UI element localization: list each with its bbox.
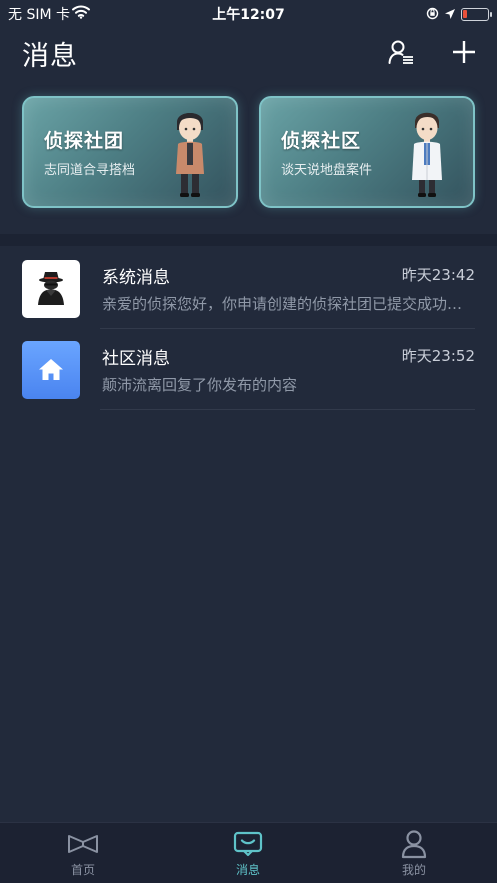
tab-messages[interactable]: 消息 [208,829,288,881]
tab-label: 我的 [401,863,426,877]
detective-club-card[interactable]: 侦探社团 志同道合寻搭档 [22,96,238,208]
location-arrow-icon [444,5,456,24]
card-subtitle: 谈天说地盘案件 [281,163,373,178]
detective-avatar [22,260,80,318]
tab-profile[interactable]: 我的 [374,829,454,881]
clock: 上午12:07 [212,7,285,23]
message-tab-icon [208,829,288,859]
section-divider [0,234,497,246]
profile-tab-icon [374,829,454,859]
add-icon[interactable] [450,38,478,66]
status-bar: 无 SIM 卡 上午12:07 [0,0,497,26]
orientation-lock-icon [426,5,439,24]
tab-label: 首页 [70,863,95,877]
message-time: 昨天23:52 [401,347,475,365]
messages-screen: 无 SIM 卡 上午12:07 消息 侦探社团 志同道合寻搭档 侦探社区 谈天说… [0,0,497,883]
page-title: 消息 [22,41,78,72]
card-subtitle: 志同道合寻搭档 [44,163,136,178]
message-title: 社区消息 [102,349,170,369]
card-title: 侦探社区 [281,130,362,152]
detective-community-card[interactable]: 侦探社区 谈天说地盘案件 [259,96,475,208]
home-tab-icon [43,829,123,859]
battery-level [463,10,467,18]
list-item-system-messages[interactable]: 系统消息 昨天23:42 亲爱的侦探您好，你申请创建的侦探社团已提交成功，请耐心… [0,248,497,329]
separator [100,409,475,410]
message-preview: 颠沛流离回复了你发布的内容 [102,376,298,394]
contacts-icon[interactable] [387,38,415,66]
detective-figure-casual [176,113,204,197]
message-time: 昨天23:42 [401,266,475,284]
tab-label: 消息 [235,863,260,877]
message-title: 系统消息 [102,268,170,288]
message-preview: 亲爱的侦探您好，你申请创建的侦探社团已提交成功，请耐心等待审核 [102,295,474,313]
tab-home[interactable]: 首页 [43,829,123,881]
battery-icon [461,8,492,21]
tab-bar: 首页 消息 我的 [0,822,497,883]
list-item-community-messages[interactable]: 社区消息 昨天23:52 颠沛流离回复了你发布的内容 [0,329,497,410]
home-icon [22,341,80,399]
card-title: 侦探社团 [44,130,125,152]
status-indicators [426,5,492,24]
detective-figure-labcoat [412,112,442,197]
